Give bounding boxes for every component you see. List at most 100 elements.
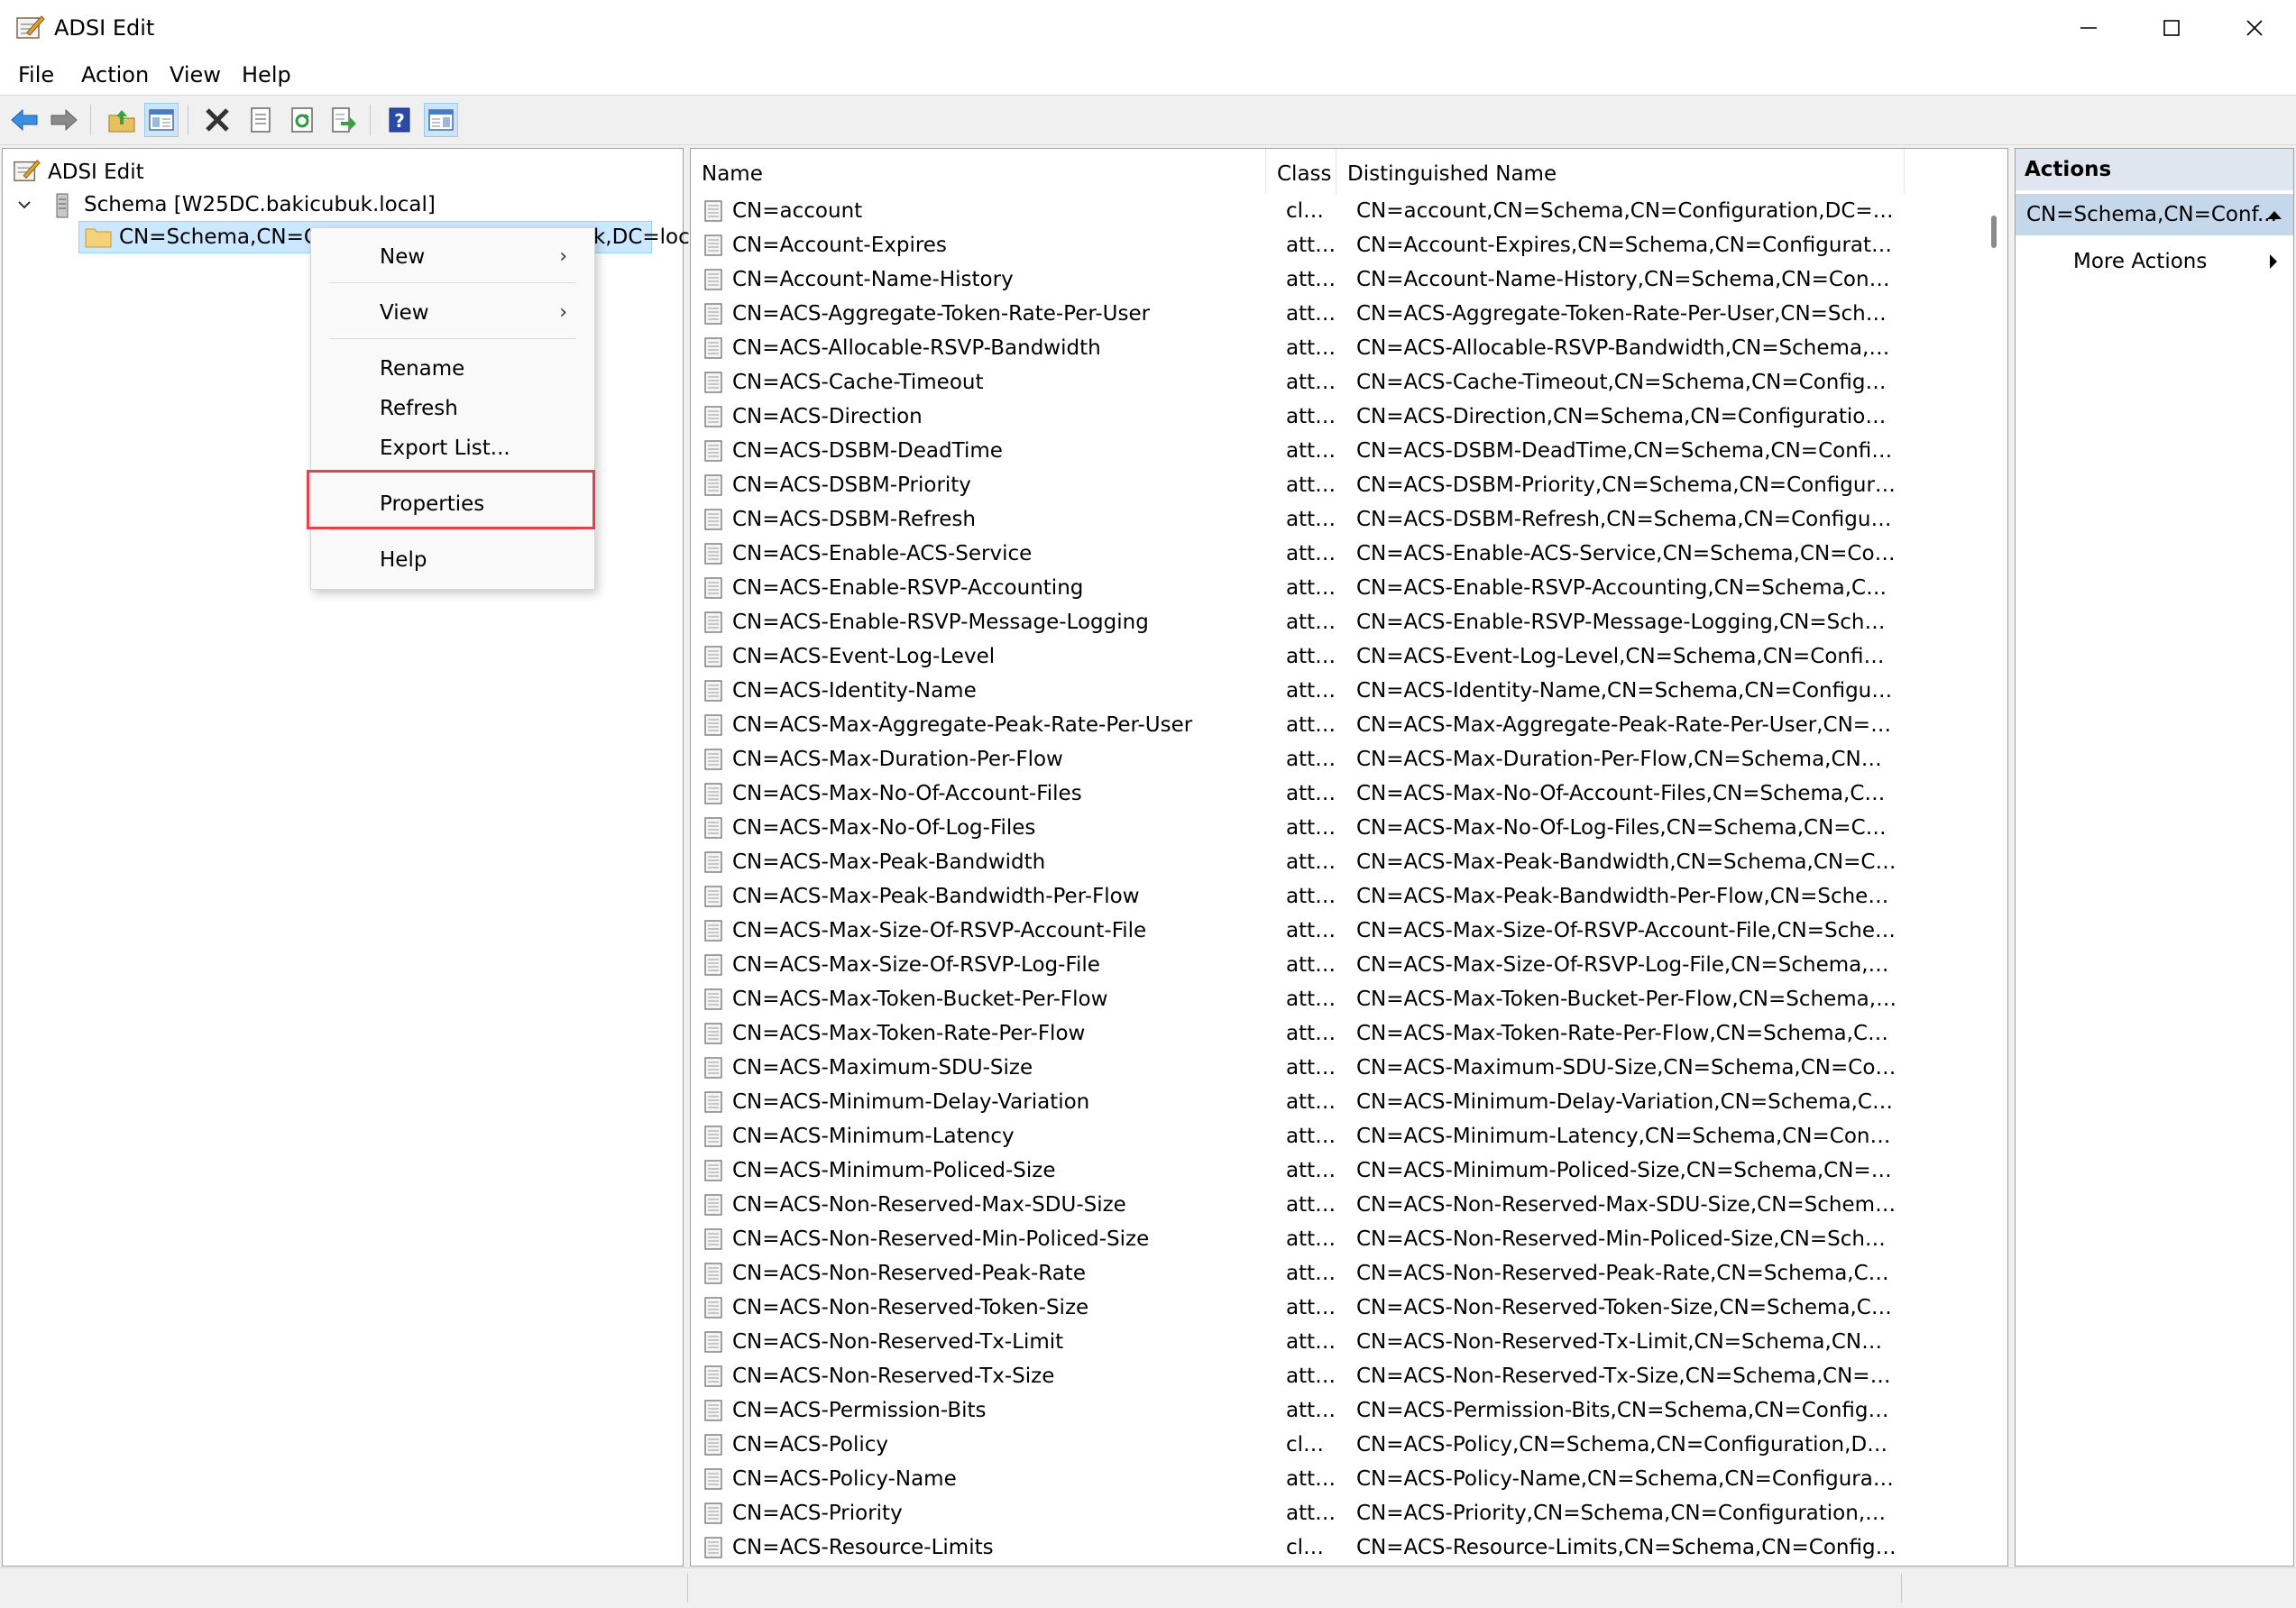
list-row[interactable]: CN=ACS-Max-No-Of-Account-Files attr... CN=… xyxy=(691,776,1989,811)
schema-object-icon xyxy=(704,1023,722,1044)
list-row[interactable]: CN=ACS-Non-Reserved-Tx-Limit attr... CN=AC… xyxy=(691,1325,1989,1359)
up-folder-icon xyxy=(108,110,135,133)
context-menu-view[interactable]: View › xyxy=(311,295,594,331)
help-button[interactable]: ? xyxy=(382,103,417,137)
list-row[interactable]: CN=ACS-Minimum-Policed-Size attr... CN=ACS… xyxy=(691,1153,1989,1188)
list-row[interactable]: CN=ACS-Resource-Limits clas... CN=ACS-Reso… xyxy=(691,1530,1989,1565)
show-hide-action-pane-button[interactable] xyxy=(424,103,458,137)
schema-object-icon xyxy=(704,509,722,530)
scrollbar-thumb[interactable] xyxy=(1991,216,1997,248)
actions-section-header[interactable]: CN=Schema,CN=Conf... xyxy=(2016,194,2293,235)
list-row[interactable]: CN=ACS-Max-Duration-Per-Flow attr... CN=AC… xyxy=(691,742,1989,776)
list-row[interactable]: CN=ACS-DSBM-Refresh attr... CN=ACS-DSBM-Re… xyxy=(691,502,1989,537)
context-menu-rename[interactable]: Rename xyxy=(311,351,594,387)
list-row[interactable]: CN=ACS-DSBM-Priority attr... CN=ACS-DSBM-P… xyxy=(691,468,1989,502)
list-row[interactable]: CN=ACS-Cache-Timeout attr... CN=ACS-Cache-… xyxy=(691,365,1989,400)
row-name: CN=ACS-Policy-Name xyxy=(732,1467,957,1491)
list-row[interactable]: CN=ACS-Direction attr... CN=ACS-Direction,… xyxy=(691,400,1989,434)
row-distinguished-name: CN=Account-Expires,CN=Schema,CN=Configur… xyxy=(1356,234,1897,257)
list-row[interactable]: CN=ACS-Permission-Bits attr... CN=ACS-Perm… xyxy=(691,1393,1989,1428)
row-distinguished-name: CN=ACS-Non-Reserved-Tx-Size,CN=Schema,CN… xyxy=(1356,1365,1897,1388)
row-class: attr... xyxy=(1286,1227,1336,1251)
export-list-button[interactable] xyxy=(326,103,361,137)
vertical-scrollbar[interactable] xyxy=(1982,179,2006,1565)
back-button[interactable] xyxy=(7,103,41,137)
title-bar[interactable]: ADSI Edit xyxy=(0,0,2296,55)
column-header-class[interactable]: Class xyxy=(1266,149,1336,194)
context-menu-new[interactable]: New › xyxy=(311,239,594,275)
list-row[interactable]: CN=ACS-Policy clas... CN=ACS-Policy,CN=Sch… xyxy=(691,1428,1989,1462)
schema-object-icon xyxy=(704,714,722,736)
row-distinguished-name: CN=ACS-Enable-ACS-Service,CN=Schema,CN=C… xyxy=(1356,542,1897,565)
list-row[interactable]: CN=ACS-Minimum-Delay-Variation attr... CN=… xyxy=(691,1085,1989,1119)
list-row[interactable]: CN=ACS-Non-Reserved-Token-Size attr... CN=… xyxy=(691,1291,1989,1325)
forward-button[interactable] xyxy=(47,103,81,137)
list-row[interactable]: CN=Account-Name-History attr... CN=Account… xyxy=(691,262,1989,297)
minimize-button[interactable] xyxy=(2047,0,2130,55)
menu-action[interactable]: Action xyxy=(72,55,158,95)
context-menu-export-list[interactable]: Export List... xyxy=(311,430,594,466)
list-row[interactable]: CN=ACS-Priority attr... CN=ACS-Priority,CN… xyxy=(691,1496,1989,1530)
results-list-pane[interactable]: Name Class Distinguished Name CN=account… xyxy=(690,148,2008,1567)
chevron-down-icon[interactable] xyxy=(15,188,33,221)
refresh-button[interactable] xyxy=(285,103,319,137)
list-row[interactable]: CN=ACS-Event-Log-Level attr... CN=ACS-Even… xyxy=(691,639,1989,674)
list-row[interactable]: CN=ACS-Non-Reserved-Max-SDU-Size attr... C… xyxy=(691,1188,1989,1222)
list-row[interactable]: CN=ACS-DSBM-DeadTime attr... CN=ACS-DSBM-D… xyxy=(691,434,1989,468)
tree-node-adsi-edit[interactable]: ADSI Edit xyxy=(48,156,144,188)
menu-file[interactable]: File xyxy=(9,55,63,95)
schema-object-icon xyxy=(704,886,722,907)
row-distinguished-name: CN=ACS-Max-Peak-Bandwidth,CN=Schema,CN=C… xyxy=(1356,850,1897,874)
list-row[interactable]: CN=ACS-Max-Token-Rate-Per-Flow attr... CN=… xyxy=(691,1016,1989,1051)
schema-object-icon xyxy=(704,1331,722,1353)
list-row[interactable]: CN=account clas... CN=account,CN=Schema,CN… xyxy=(691,194,1989,228)
list-row[interactable]: CN=ACS-Max-No-Of-Log-Files attr... CN=ACS-… xyxy=(691,811,1989,845)
schema-object-icon xyxy=(704,611,722,633)
row-class: attr... xyxy=(1286,748,1336,771)
list-row[interactable]: CN=ACS-Allocable-RSVP-Bandwidth attr... CN… xyxy=(691,331,1989,365)
context-menu: New › View › Rename Refresh Export List.… xyxy=(310,227,595,590)
delete-button[interactable] xyxy=(200,103,234,137)
up-one-level-button[interactable] xyxy=(105,103,139,137)
context-menu-help[interactable]: Help xyxy=(311,542,594,578)
row-distinguished-name: CN=ACS-Max-No-Of-Log-Files,CN=Schema,CN=… xyxy=(1356,816,1897,840)
list-row[interactable]: CN=ACS-Aggregate-Token-Rate-Per-User attr… xyxy=(691,297,1989,331)
menu-view[interactable]: View xyxy=(161,55,230,95)
list-row[interactable]: CN=ACS-Non-Reserved-Tx-Size attr... CN=ACS… xyxy=(691,1359,1989,1393)
maximize-button[interactable] xyxy=(2130,0,2213,55)
schema-object-icon xyxy=(704,1537,722,1558)
list-row[interactable]: CN=ACS-Enable-RSVP-Accounting attr... CN=A… xyxy=(691,571,1989,605)
more-actions-item[interactable]: More Actions xyxy=(2016,241,2293,282)
list-row[interactable]: CN=ACS-Max-Size-Of-RSVP-Log-File attr... C… xyxy=(691,948,1989,982)
column-header-distinguished-name[interactable]: Distinguished Name xyxy=(1336,149,1905,194)
row-distinguished-name: CN=ACS-Max-Duration-Per-Flow,CN=Schema,C… xyxy=(1356,748,1897,771)
list-row[interactable]: CN=ACS-Max-Peak-Bandwidth-Per-Flow attr..… xyxy=(691,879,1989,914)
row-name: CN=ACS-Priority xyxy=(732,1502,903,1525)
list-row[interactable]: CN=ACS-Non-Reserved-Min-Policed-Size attr… xyxy=(691,1222,1989,1256)
context-menu-refresh[interactable]: Refresh xyxy=(311,391,594,427)
list-row[interactable]: CN=ACS-Policy-Name attr... CN=ACS-Policy-N… xyxy=(691,1462,1989,1496)
list-row[interactable]: CN=ACS-Max-Token-Bucket-Per-Flow attr... C… xyxy=(691,982,1989,1016)
list-row[interactable]: CN=ACS-Minimum-Latency attr... CN=ACS-Mini… xyxy=(691,1119,1989,1153)
list-row[interactable]: CN=ACS-Max-Size-Of-RSVP-Account-File attr… xyxy=(691,914,1989,948)
properties-button[interactable] xyxy=(243,103,278,137)
svg-text:?: ? xyxy=(394,110,405,132)
list-row[interactable]: CN=ACS-Identity-Name attr... CN=ACS-Identi… xyxy=(691,674,1989,708)
list-row[interactable]: CN=ACS-Maximum-SDU-Size attr... CN=ACS-Max… xyxy=(691,1051,1989,1085)
row-distinguished-name: CN=ACS-Max-Token-Bucket-Per-Flow,CN=Sche… xyxy=(1356,988,1897,1011)
list-row[interactable]: CN=ACS-Non-Reserved-Peak-Rate attr... CN=A… xyxy=(691,1256,1989,1291)
row-class: attr... xyxy=(1286,302,1336,326)
list-row[interactable]: CN=ACS-Enable-ACS-Service attr... CN=ACS-E… xyxy=(691,537,1989,571)
tree-node-schema[interactable]: Schema [W25DC.bakicubuk.local] xyxy=(84,188,436,221)
menu-help[interactable]: Help xyxy=(233,55,300,95)
row-distinguished-name: CN=ACS-Maximum-SDU-Size,CN=Schema,CN=Con… xyxy=(1356,1056,1897,1080)
column-header-name[interactable]: Name xyxy=(691,149,1266,194)
list-row[interactable]: CN=ACS-Enable-RSVP-Message-Logging attr..… xyxy=(691,605,1989,639)
close-button[interactable] xyxy=(2213,0,2296,55)
list-row[interactable]: CN=ACS-Max-Peak-Bandwidth attr... CN=ACS-M… xyxy=(691,845,1989,879)
list-row[interactable]: CN=Account-Expires attr... CN=Account-Expi… xyxy=(691,228,1989,262)
list-row[interactable]: CN=ACS-Max-Aggregate-Peak-Rate-Per-User a… xyxy=(691,708,1989,742)
collapse-up-icon[interactable] xyxy=(2266,208,2282,221)
show-hide-console-tree-button[interactable] xyxy=(144,103,179,137)
help-icon: ? xyxy=(389,107,410,133)
